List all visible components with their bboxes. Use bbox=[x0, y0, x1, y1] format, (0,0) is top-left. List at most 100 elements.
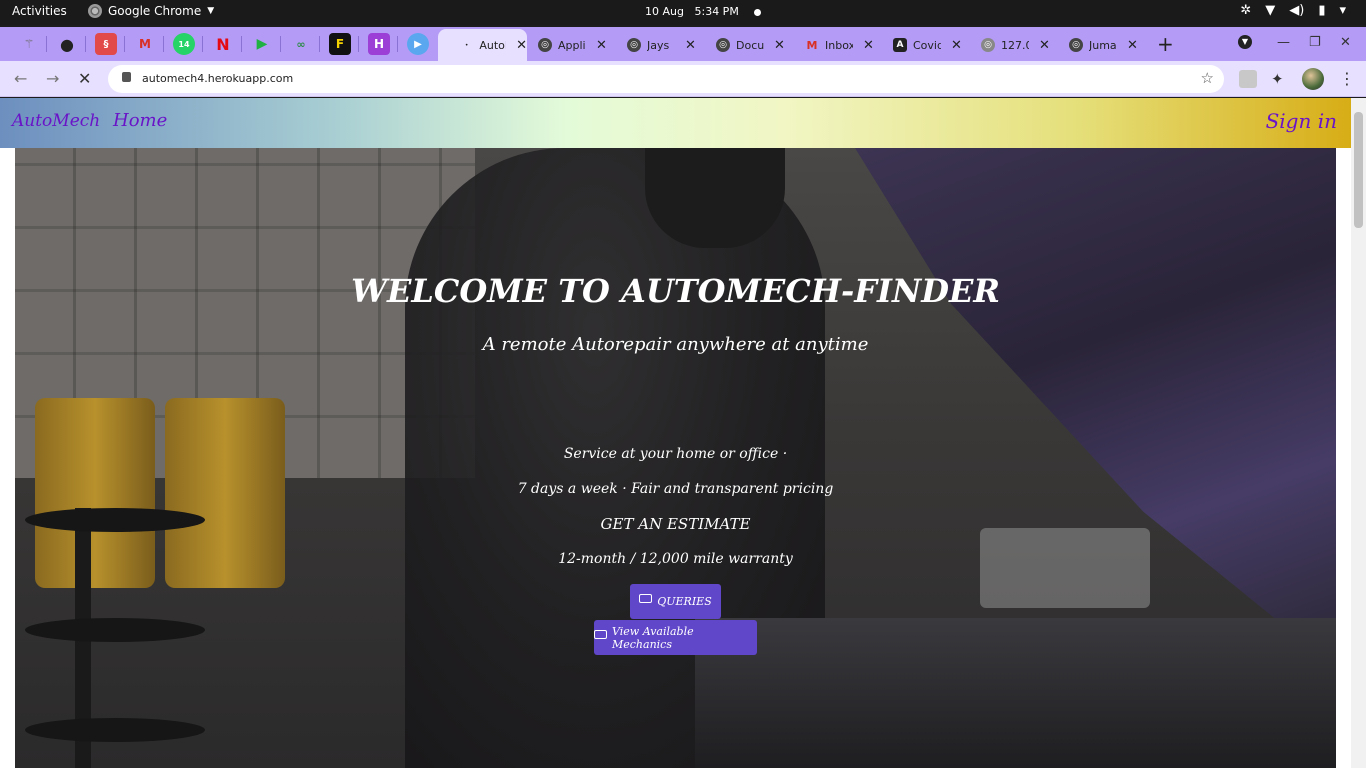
puzzle-extensions-icon[interactable]: ✦ bbox=[1271, 70, 1289, 88]
tab-search-icon[interactable]: ▼ bbox=[1238, 35, 1252, 49]
tab-title: 127.0 bbox=[1001, 38, 1029, 52]
queries-button[interactable]: QUERIES bbox=[630, 584, 721, 619]
tab-jays[interactable]: ◎ Jays ✕ bbox=[627, 29, 696, 61]
system-top-bar: Activities Google Chrome ▼ 10 Aug 5:34 P… bbox=[0, 0, 1366, 25]
minimize-icon[interactable]: — bbox=[1277, 35, 1290, 50]
restore-icon[interactable]: ❐ bbox=[1309, 35, 1321, 50]
tab-separator bbox=[397, 36, 398, 52]
activities-button[interactable]: Activities bbox=[12, 4, 67, 18]
globe-icon: ◎ bbox=[716, 38, 730, 52]
clock-date: 10 Aug bbox=[645, 5, 684, 18]
tab-title: Inbox bbox=[825, 38, 853, 52]
close-tab-icon[interactable]: ✕ bbox=[951, 38, 962, 53]
tab-title: Docur bbox=[736, 38, 764, 52]
close-tab-icon[interactable]: ✕ bbox=[774, 38, 785, 53]
hero-line-warranty: 12-month / 12,000 mile warranty bbox=[558, 551, 793, 567]
power-icon: ▾ bbox=[1339, 3, 1346, 18]
pinned-tab-media-icon[interactable]: ▶ bbox=[407, 33, 429, 55]
tab-inbox[interactable]: M Inbox ✕ bbox=[805, 29, 874, 61]
tab-docur[interactable]: ◎ Docur ✕ bbox=[716, 29, 785, 61]
window-icon bbox=[594, 630, 607, 639]
profile-avatar[interactable] bbox=[1302, 68, 1324, 90]
address-bar[interactable]: automech4.herokuapp.com ☆ bbox=[108, 65, 1224, 93]
globe-icon: ◎ bbox=[627, 38, 641, 52]
globe-icon: ◎ bbox=[981, 38, 995, 52]
kebab-menu-icon[interactable]: ⋮ bbox=[1339, 69, 1355, 88]
window-icon bbox=[639, 594, 653, 603]
site-header: AutoMech Home Sign in bbox=[0, 98, 1351, 148]
chrome-icon bbox=[88, 4, 102, 18]
tab-separator bbox=[85, 36, 86, 52]
volume-icon: ◀) bbox=[1289, 3, 1305, 18]
hero-line-service: Service at your home or office · bbox=[563, 446, 788, 462]
close-tab-icon[interactable]: ✕ bbox=[1127, 38, 1138, 53]
tab-separator bbox=[280, 36, 281, 52]
forward-arrow-icon[interactable]: → bbox=[46, 69, 59, 88]
stop-loading-icon[interactable]: ✕ bbox=[78, 69, 91, 88]
tab-separator bbox=[163, 36, 164, 52]
url-text[interactable]: automech4.herokuapp.com bbox=[142, 72, 293, 85]
pinned-tab-h-icon[interactable]: H bbox=[368, 33, 390, 55]
extension-icon[interactable] bbox=[1239, 70, 1257, 88]
tab-title: AutoMech bbox=[479, 38, 506, 52]
pinned-tab-link-icon[interactable]: ∞ bbox=[290, 33, 312, 55]
tab-title: Applic bbox=[558, 38, 586, 52]
tab-separator bbox=[46, 36, 47, 52]
clock-time: 5:34 PM bbox=[694, 5, 739, 18]
tab-separator bbox=[358, 36, 359, 52]
tab-separator bbox=[241, 36, 242, 52]
tab-title: Covid bbox=[913, 38, 941, 52]
gmail-icon: M bbox=[806, 38, 818, 52]
hero-overlay: WELCOME TO AUTOMECH-FINDER A remote Auto… bbox=[15, 148, 1336, 768]
pinned-tab-play-icon[interactable]: ▶ bbox=[251, 33, 273, 55]
tab-title: Juma bbox=[1089, 38, 1117, 52]
system-tray[interactable]: ✲ ▼ ◀) ▮ ▾ bbox=[1240, 3, 1346, 18]
clock[interactable]: 10 Aug 5:34 PM bbox=[645, 5, 762, 18]
app-menu-label: Google Chrome bbox=[108, 4, 202, 18]
view-mechanics-button[interactable]: View Available Mechanics bbox=[594, 620, 757, 655]
close-window-icon[interactable]: ✕ bbox=[1340, 35, 1351, 50]
pinned-tab-netflix-icon[interactable]: N bbox=[212, 33, 234, 55]
queries-button-label: QUERIES bbox=[657, 595, 712, 608]
globe-icon: ◎ bbox=[538, 38, 552, 52]
hero-title: WELCOME TO AUTOMECH-FINDER bbox=[351, 272, 1000, 310]
scrollbar-thumb[interactable] bbox=[1354, 112, 1363, 228]
close-tab-icon[interactable]: ✕ bbox=[1039, 38, 1050, 53]
pinned-tab-gmail-icon[interactable]: M bbox=[134, 33, 156, 55]
close-tab-icon[interactable]: ✕ bbox=[863, 38, 874, 53]
sign-in-link[interactable]: Sign in bbox=[1266, 109, 1337, 133]
browser-toolbar: ← → ✕ automech4.herokuapp.com ☆ ✦ ⋮ bbox=[0, 61, 1366, 97]
tab-localhost[interactable]: ◎ 127.0 ✕ bbox=[981, 29, 1050, 61]
back-arrow-icon[interactable]: ← bbox=[14, 69, 27, 88]
tab-juma[interactable]: ◎ Juma ✕ bbox=[1069, 29, 1138, 61]
pinned-tab-f-icon[interactable]: F bbox=[329, 33, 351, 55]
bookmark-star-icon[interactable]: ☆ bbox=[1201, 69, 1214, 87]
page-scrollbar[interactable] bbox=[1351, 98, 1366, 768]
hero-section: WELCOME TO AUTOMECH-FINDER A remote Auto… bbox=[15, 148, 1336, 768]
hero-line-pricing: 7 days a week · Fair and transparent pri… bbox=[517, 481, 834, 497]
new-tab-plus-icon[interactable]: + bbox=[1157, 32, 1174, 56]
close-tab-icon[interactable]: ✕ bbox=[685, 38, 696, 53]
close-tab-icon[interactable]: ✕ bbox=[516, 38, 527, 53]
caret-down-icon: ▼ bbox=[207, 6, 215, 16]
tab-applic[interactable]: ◎ Applic ✕ bbox=[538, 29, 607, 61]
battery-icon: ▮ bbox=[1318, 3, 1326, 18]
tab-covid[interactable]: A Covid ✕ bbox=[893, 29, 962, 61]
notification-dot-icon bbox=[754, 8, 762, 16]
globe-icon: ◎ bbox=[1069, 38, 1083, 52]
brand-link[interactable]: AutoMech bbox=[12, 111, 100, 131]
pinned-tab-scroll-icon[interactable]: ⚚ bbox=[18, 33, 40, 55]
angular-icon: A bbox=[893, 38, 907, 52]
close-tab-icon[interactable]: ✕ bbox=[596, 38, 607, 53]
hero-subtitle: A remote Autorepair anywhere at anytime bbox=[482, 334, 869, 355]
tab-automech[interactable]: • AutoMech ✕ bbox=[438, 29, 527, 61]
app-menu[interactable]: Google Chrome ▼ bbox=[88, 4, 214, 18]
pinned-tab-github-icon[interactable]: ● bbox=[56, 33, 78, 55]
tab-strip: ⚚ ● § M 14 N ▶ ∞ F H ▶ • AutoMech ✕ ◎ Ap… bbox=[0, 27, 1366, 61]
pinned-tab-app-icon[interactable]: § bbox=[95, 33, 117, 55]
tab-separator bbox=[124, 36, 125, 52]
nav-home-link[interactable]: Home bbox=[113, 110, 167, 131]
pinned-tab-whatsapp-icon[interactable]: 14 bbox=[173, 33, 195, 55]
view-mechanics-button-label: View Available Mechanics bbox=[612, 624, 694, 651]
lock-icon bbox=[122, 72, 131, 82]
